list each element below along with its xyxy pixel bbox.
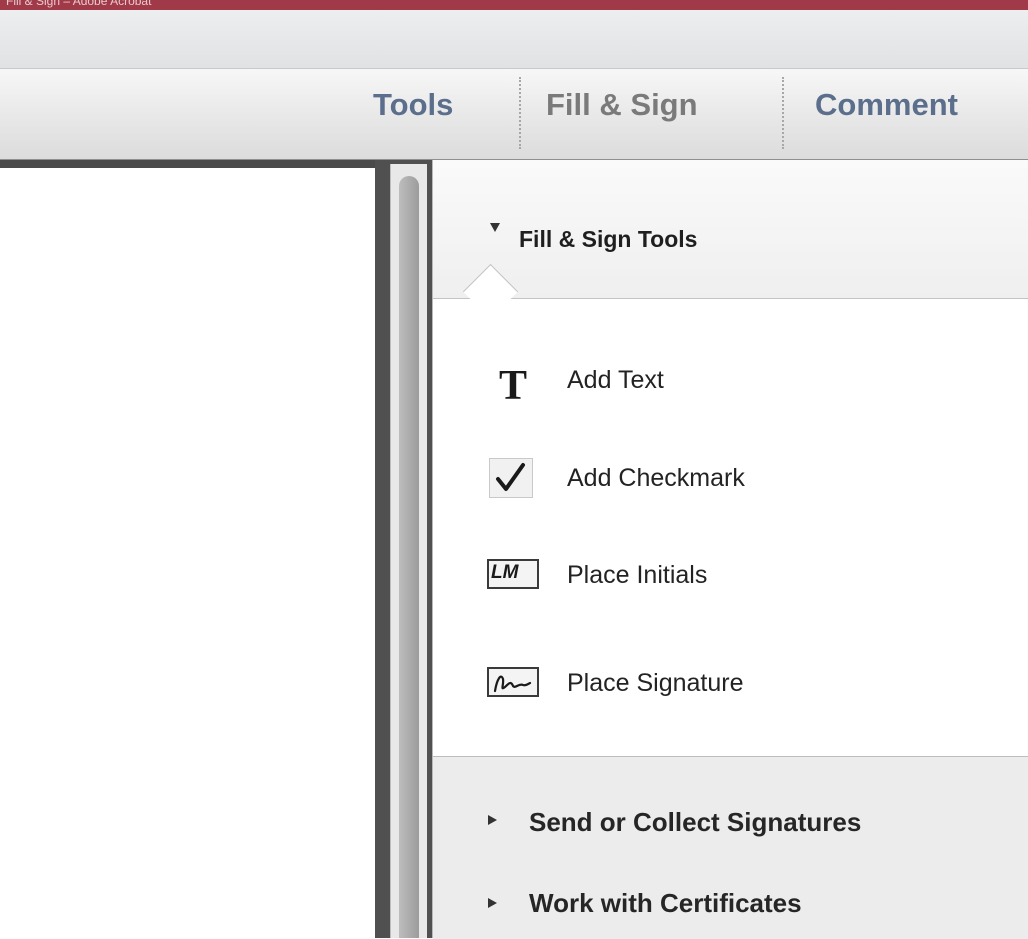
tab-separator bbox=[782, 77, 784, 149]
place-signature-tool[interactable]: Place Signature bbox=[483, 653, 1003, 713]
tab-comment[interactable]: Comment bbox=[815, 87, 958, 123]
disclosure-collapsed-icon[interactable] bbox=[488, 898, 497, 908]
section-label[interactable]: Send or Collect Signatures bbox=[529, 807, 861, 838]
fill-sign-tools-header[interactable]: Fill & Sign Tools bbox=[433, 160, 1028, 299]
tab-separator bbox=[519, 77, 521, 149]
tool-label: Place Signature bbox=[567, 669, 744, 697]
signature-icon bbox=[483, 661, 539, 705]
checkmark-icon bbox=[483, 456, 535, 500]
title-bar: Fill & Sign – Adobe Acrobat bbox=[0, 0, 1028, 10]
text-T-icon: T bbox=[499, 363, 528, 409]
window-title: Fill & Sign – Adobe Acrobat bbox=[6, 0, 152, 8]
tool-label: Add Text bbox=[567, 366, 664, 394]
disclosure-expanded-icon[interactable] bbox=[490, 223, 500, 232]
top-toolbar bbox=[0, 10, 1028, 68]
add-text-tool[interactable]: T Add Text bbox=[483, 350, 1003, 410]
fill-sign-panel: Fill & Sign Tools T Add Text Add Checkma… bbox=[432, 160, 1028, 939]
tool-label: Add Checkmark bbox=[567, 464, 745, 492]
add-checkmark-tool[interactable]: Add Checkmark bbox=[483, 448, 1003, 508]
document-scrollbar[interactable] bbox=[390, 164, 427, 938]
task-tabs-bar: Tools Fill & Sign Comment bbox=[0, 68, 1028, 161]
tab-tools[interactable]: Tools bbox=[373, 87, 453, 123]
tool-label: Place Initials bbox=[567, 561, 708, 589]
scrollbar-thumb[interactable] bbox=[399, 176, 419, 938]
tab-fill-and-sign[interactable]: Fill & Sign bbox=[546, 87, 698, 123]
section-title[interactable]: Fill & Sign Tools bbox=[519, 226, 697, 253]
initials-icon: LM bbox=[483, 553, 539, 597]
document-page-area[interactable] bbox=[0, 160, 375, 938]
place-initials-tool[interactable]: LM Place Initials bbox=[483, 545, 1003, 605]
collapsed-sections: Send or Collect Signatures Work with Cer… bbox=[433, 756, 1028, 939]
disclosure-collapsed-icon[interactable] bbox=[488, 815, 497, 825]
initials-icon-text: LM bbox=[491, 562, 519, 583]
section-label[interactable]: Work with Certificates bbox=[529, 888, 802, 919]
